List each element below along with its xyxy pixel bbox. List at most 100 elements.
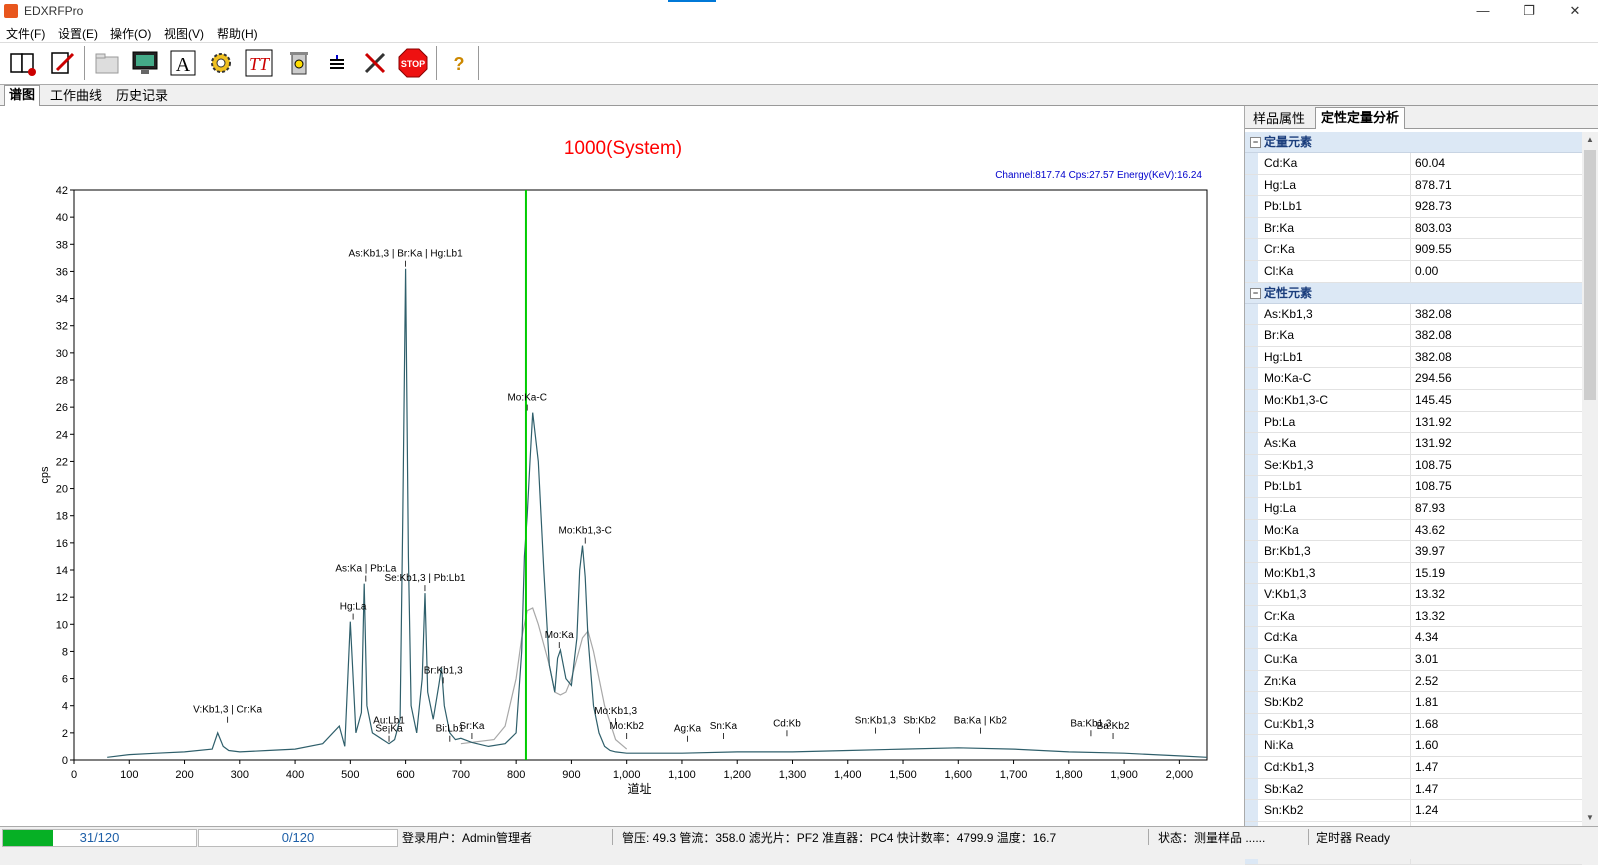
row-gutter [1245,153,1258,174]
status-user: 登录用户：Admin管理者 [402,831,533,845]
analysis-grid[interactable]: − 定量元素 Cd:Ka 60.04 Hg:La 878.71 Pb:Lb1 928.73 Br… [1245,132,1582,865]
folder-disabled-icon[interactable] [90,46,124,80]
y-tick-label: 32 [56,321,68,333]
grid-row[interactable]: Cr:Ka 909.55 [1245,239,1582,261]
gear-icon[interactable] [204,46,238,80]
stop-icon[interactable]: STOP [396,46,430,80]
grid-row[interactable]: Hg:La 878.71 [1245,174,1582,197]
y-tick-label: 8 [62,646,68,658]
grid-row[interactable]: As:Ka 131.92 [1245,433,1582,455]
grid-category[interactable]: − 定量元素 [1245,132,1582,153]
grid-row[interactable]: Hg:Lb1 382.08 [1245,346,1582,369]
element-value: 1.68 [1410,713,1575,735]
element-value: 131.92 [1410,411,1575,433]
peak-label: Ba:Kb2 [1097,721,1130,732]
element-value: 0.00 [1410,260,1575,282]
row-gutter [1245,562,1258,584]
grid-row[interactable]: Cd:Ka 4.34 [1245,627,1582,650]
restore-button[interactable]: ❐ [1506,0,1552,22]
grid-row[interactable]: Cd:Ka 60.04 [1245,153,1582,175]
x-tick-label: 1,000 [613,769,641,781]
grid-row[interactable]: Sb:Ka2 1.47 [1245,778,1582,801]
tab-analysis[interactable]: 定性定量分析 [1315,107,1406,129]
menu-view[interactable]: 视图(V) [164,25,204,42]
element-value: 1.60 [1410,735,1575,757]
grid-row[interactable]: Mo:Kb1,3 15.19 [1245,562,1582,585]
calibration-lines-icon[interactable] [320,46,354,80]
grid-category[interactable]: − 定性元素 [1245,282,1582,304]
grid-row[interactable]: Se:Kb1,3 108.75 [1245,454,1582,477]
grid-row[interactable]: Pb:Lb1 928.73 [1245,196,1582,218]
element-value: 60.04 [1410,153,1575,174]
grid-row[interactable]: Pb:Lb1 108.75 [1245,476,1582,498]
y-tick-label: 10 [56,619,68,631]
open-book-icon[interactable] [6,46,40,80]
x-tick-label: 1,400 [834,769,862,781]
row-gutter [1245,649,1258,670]
row-gutter [1245,346,1258,368]
grid-row[interactable]: Br:Kb1,3 39.97 [1245,541,1582,563]
right-tabs: 样品属性 定性定量分析 [1245,106,1598,129]
tab-history[interactable]: 历史记录 [112,87,172,105]
scroll-up-icon[interactable]: ▲ [1582,132,1598,148]
y-tick-label: 30 [56,348,68,360]
row-gutter [1245,692,1258,713]
row-gutter [1245,476,1258,497]
row-gutter [1245,800,1258,821]
grid-row[interactable]: Ni:Ka 1.60 [1245,735,1582,758]
collapse-icon[interactable]: − [1250,137,1261,148]
grid-scrollbar[interactable]: ▲ ▼ [1582,132,1598,826]
peak-label: Mo:Kb1,3 [594,706,637,717]
spectrum-chart[interactable]: 1000(System) Channel:817.74 Cps:27.57 Ene… [0,106,1244,826]
menu-operation[interactable]: 操作(O) [110,25,151,42]
monitor-icon[interactable] [128,46,162,80]
spectrum-chart-panel[interactable]: 1000(System) Channel:817.74 Cps:27.57 Ene… [0,106,1245,826]
y-tick-label: 34 [56,294,68,306]
grid-row[interactable]: Br:Ka 803.03 [1245,217,1582,240]
minimize-button[interactable]: — [1460,0,1506,22]
peak-label: Cd:Kb [773,718,801,729]
font-a-icon[interactable]: A [166,46,200,80]
tools-icon[interactable] [358,46,392,80]
grid-row[interactable]: Zn:Ka 2.52 [1245,670,1582,693]
tab-spectrum[interactable]: 谱图 [4,85,41,106]
grid-row[interactable]: Mo:Ka-C 294.56 [1245,368,1582,390]
grid-row[interactable]: Cu:Kb1,3 1.68 [1245,713,1582,736]
peak-label: Ba:Ka | Kb2 [954,716,1008,727]
row-gutter [1245,584,1258,605]
edit-document-icon[interactable] [45,46,79,80]
element-line-name: Pb:Lb1 [1264,199,1303,214]
grid-row[interactable]: Br:Ka 382.08 [1245,325,1582,347]
menu-help[interactable]: 帮助(H) [217,25,258,42]
row-gutter [1245,541,1258,562]
grid-row[interactable]: Cr:Ka 13.32 [1245,605,1582,628]
radiation-bin-icon[interactable] [282,46,316,80]
tab-sample-properties[interactable]: 样品属性 [1248,109,1310,128]
help-icon[interactable]: ? [442,46,476,80]
row-gutter [1245,735,1258,757]
close-button[interactable]: ✕ [1552,0,1598,22]
grid-row[interactable]: As:Kb1,3 382.08 [1245,303,1582,326]
tt-font-icon[interactable]: TT [242,46,276,80]
grid-row[interactable]: Cu:Ka 3.01 [1245,649,1582,671]
collapse-icon[interactable]: − [1250,287,1261,299]
scroll-thumb[interactable] [1584,150,1596,400]
y-tick-label: 24 [56,429,68,441]
element-value: 108.75 [1410,476,1575,497]
grid-row[interactable]: Mo:Kb1,3-C 145.45 [1245,389,1582,412]
menu-file[interactable]: 文件(F) [6,25,45,42]
grid-row[interactable]: Mo:Ka 43.62 [1245,519,1582,542]
grid-row[interactable]: V:Kb1,3 13.32 [1245,584,1582,606]
element-line-name: Cr:Ka [1264,242,1295,257]
grid-row[interactable]: Sb:Kb2 1.81 [1245,692,1582,714]
grid-row[interactable]: Pb:La 131.92 [1245,411,1582,434]
x-tick-label: 700 [452,769,470,781]
grid-row[interactable]: Hg:La 87.93 [1245,497,1582,520]
tab-work-curve[interactable]: 工作曲线 [46,87,106,105]
grid-row[interactable]: Cl:Ka 0.00 [1245,260,1582,283]
menu-settings[interactable]: 设置(E) [58,25,98,42]
scroll-down-icon[interactable]: ▼ [1582,810,1598,826]
grid-row[interactable]: Cd:Kb1,3 1.47 [1245,757,1582,779]
y-tick-label: 28 [56,375,68,387]
grid-row[interactable]: Sn:Kb2 1.24 [1245,800,1582,822]
